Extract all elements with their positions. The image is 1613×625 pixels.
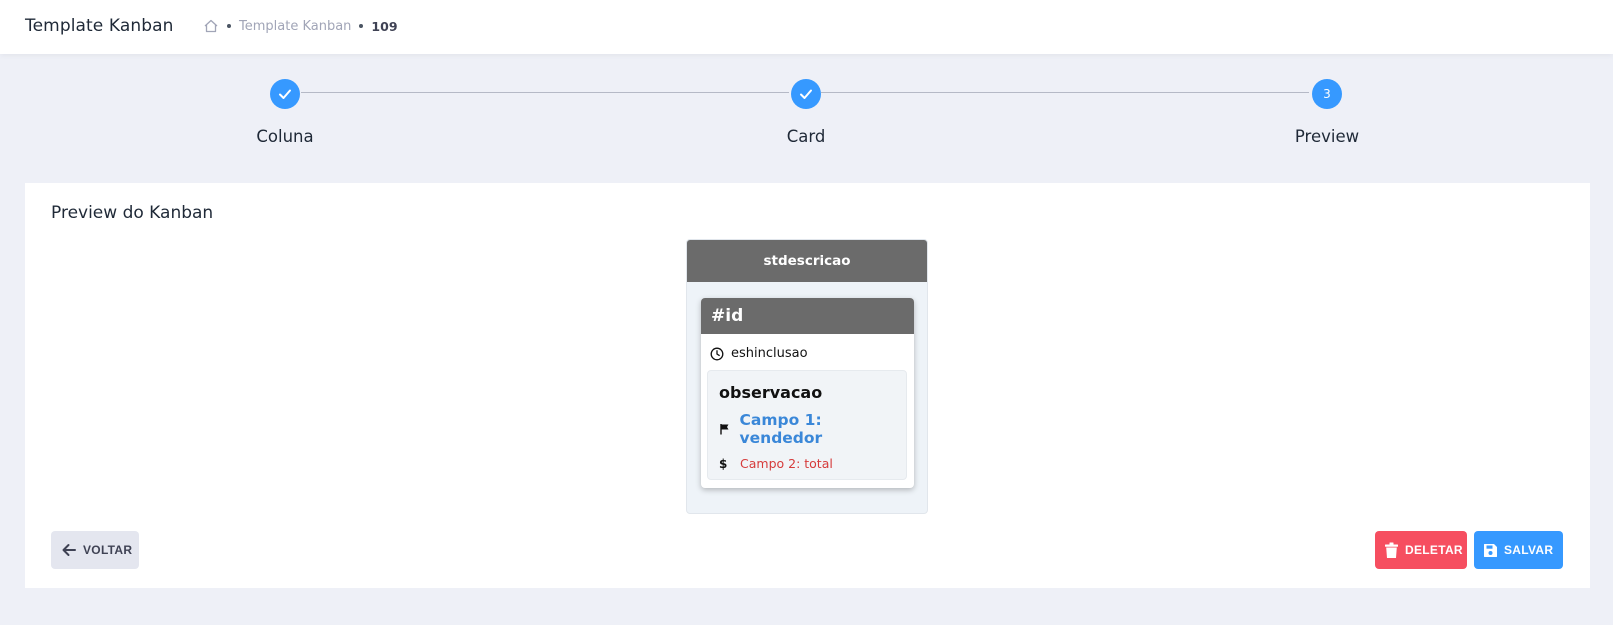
trash-icon xyxy=(1385,542,1398,558)
wizard-stepper: Coluna Card 3 Preview xyxy=(0,75,1613,155)
step-3-circle[interactable]: 3 xyxy=(1312,79,1342,109)
breadcrumb-current: 109 xyxy=(371,18,398,34)
top-header: Template Kanban Template Kanban 109 xyxy=(0,0,1613,54)
dollar-icon: $ xyxy=(719,456,728,471)
card-field-1: Campo 1: vendedor xyxy=(719,411,906,447)
flag-icon xyxy=(719,423,740,435)
column-header: stdescricao xyxy=(687,240,927,282)
delete-button-label: DELETAR xyxy=(1405,543,1463,557)
card-field-2-label: Campo 2: total xyxy=(740,456,833,471)
breadcrumb-separator xyxy=(227,24,231,28)
save-button-label: SALVAR xyxy=(1504,543,1554,557)
delete-button[interactable]: DELETAR xyxy=(1375,531,1467,569)
page-title: Template Kanban xyxy=(25,16,174,36)
breadcrumb-link-template-kanban[interactable]: Template Kanban xyxy=(239,19,351,34)
card-date-label: eshinclusao xyxy=(731,346,808,361)
card-observation: observacao xyxy=(719,383,823,402)
back-button[interactable]: VOLTAR xyxy=(51,531,139,569)
card-header: #id xyxy=(701,298,914,334)
card-details: observacao Campo 1: vendedor $ Campo 2: … xyxy=(707,370,907,480)
kanban-column: stdescricao #id eshinclusao observacao C… xyxy=(686,239,928,514)
card-field-1-label: Campo 1: vendedor xyxy=(739,411,823,447)
clock-icon xyxy=(710,347,724,360)
step-2-circle[interactable] xyxy=(791,79,821,109)
kanban-card[interactable]: #id eshinclusao observacao Campo 1: vend… xyxy=(701,298,914,488)
save-icon xyxy=(1484,543,1497,557)
home-icon[interactable] xyxy=(203,18,219,34)
check-icon xyxy=(800,89,812,99)
back-button-label: VOLTAR xyxy=(83,543,133,557)
card-date-row: eshinclusao xyxy=(710,346,914,361)
step-connector xyxy=(821,92,1309,93)
step-connector xyxy=(301,92,789,93)
step-2-label: Card xyxy=(786,127,826,146)
step-1-label: Coluna xyxy=(256,127,314,146)
panel-title: Preview do Kanban xyxy=(51,203,214,223)
step-3-label: Preview xyxy=(1294,127,1360,146)
breadcrumb-separator xyxy=(359,24,364,28)
save-button[interactable]: SALVAR xyxy=(1474,531,1563,569)
breadcrumb: Template Kanban 109 xyxy=(203,18,398,34)
check-icon xyxy=(279,89,291,99)
arrow-left-icon xyxy=(62,544,76,556)
card-field-2: $ Campo 2: total xyxy=(719,456,906,471)
step-1-circle[interactable] xyxy=(270,79,300,109)
preview-panel: Preview do Kanban stdescricao #id eshinc… xyxy=(25,183,1590,588)
